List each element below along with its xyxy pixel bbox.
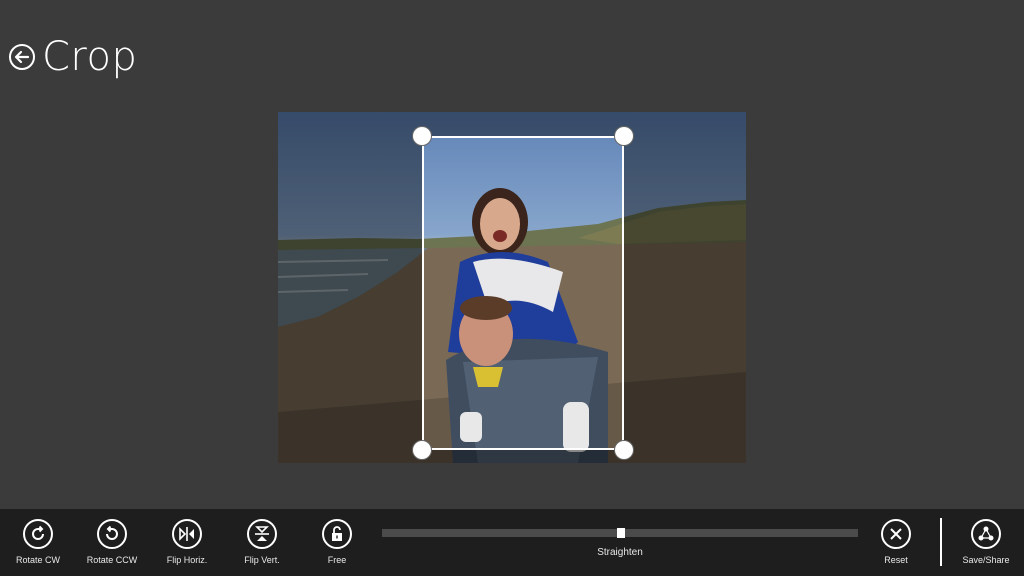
app-bar: Rotate CW Rotate CCW Flip Horiz. Flip Ve… [0, 509, 1024, 576]
flip-vertical-label: Flip Vert. [244, 555, 280, 565]
close-icon [881, 519, 911, 549]
header: Crop [8, 34, 137, 80]
free-label: Free [327, 555, 347, 565]
flip-horizontal-label: Flip Horiz. [166, 555, 208, 565]
crop-handle-top-right[interactable] [614, 126, 634, 146]
crop-dim-bottom [422, 450, 624, 463]
straighten-label: Straighten [597, 547, 643, 558]
page-title: Crop [42, 34, 138, 80]
straighten-slider-thumb[interactable] [617, 528, 625, 538]
rotate-ccw-icon [97, 519, 127, 549]
share-icon [971, 519, 1001, 549]
rotate-cw-button[interactable]: Rotate CW [1, 509, 75, 576]
crop-dim-left [278, 112, 422, 463]
crop-handle-top-left[interactable] [412, 126, 432, 146]
free-aspect-button[interactable]: Free [300, 509, 374, 576]
rotate-cw-icon [23, 519, 53, 549]
crop-dim-right [624, 112, 746, 463]
flip-horizontal-icon [172, 519, 202, 549]
photo-canvas[interactable] [278, 112, 746, 463]
crop-dim-top [422, 112, 624, 136]
back-arrow-icon[interactable] [8, 43, 36, 71]
rotate-ccw-label: Rotate CCW [86, 555, 138, 565]
appbar-divider [940, 518, 942, 566]
flip-vertical-button[interactable]: Flip Vert. [225, 509, 299, 576]
unlock-icon [322, 519, 352, 549]
reset-label: Reset [884, 555, 908, 565]
rotate-ccw-button[interactable]: Rotate CCW [75, 509, 149, 576]
rotate-cw-label: Rotate CW [15, 555, 60, 565]
crop-handle-bottom-left[interactable] [412, 440, 432, 460]
flip-horizontal-button[interactable]: Flip Horiz. [150, 509, 224, 576]
crop-handle-bottom-right[interactable] [614, 440, 634, 460]
reset-button[interactable]: Reset [859, 509, 933, 576]
save-share-button[interactable]: Save/Share [949, 509, 1023, 576]
crop-frame[interactable] [422, 136, 624, 450]
flip-vertical-icon [247, 519, 277, 549]
save-share-label: Save/Share [962, 555, 1010, 565]
